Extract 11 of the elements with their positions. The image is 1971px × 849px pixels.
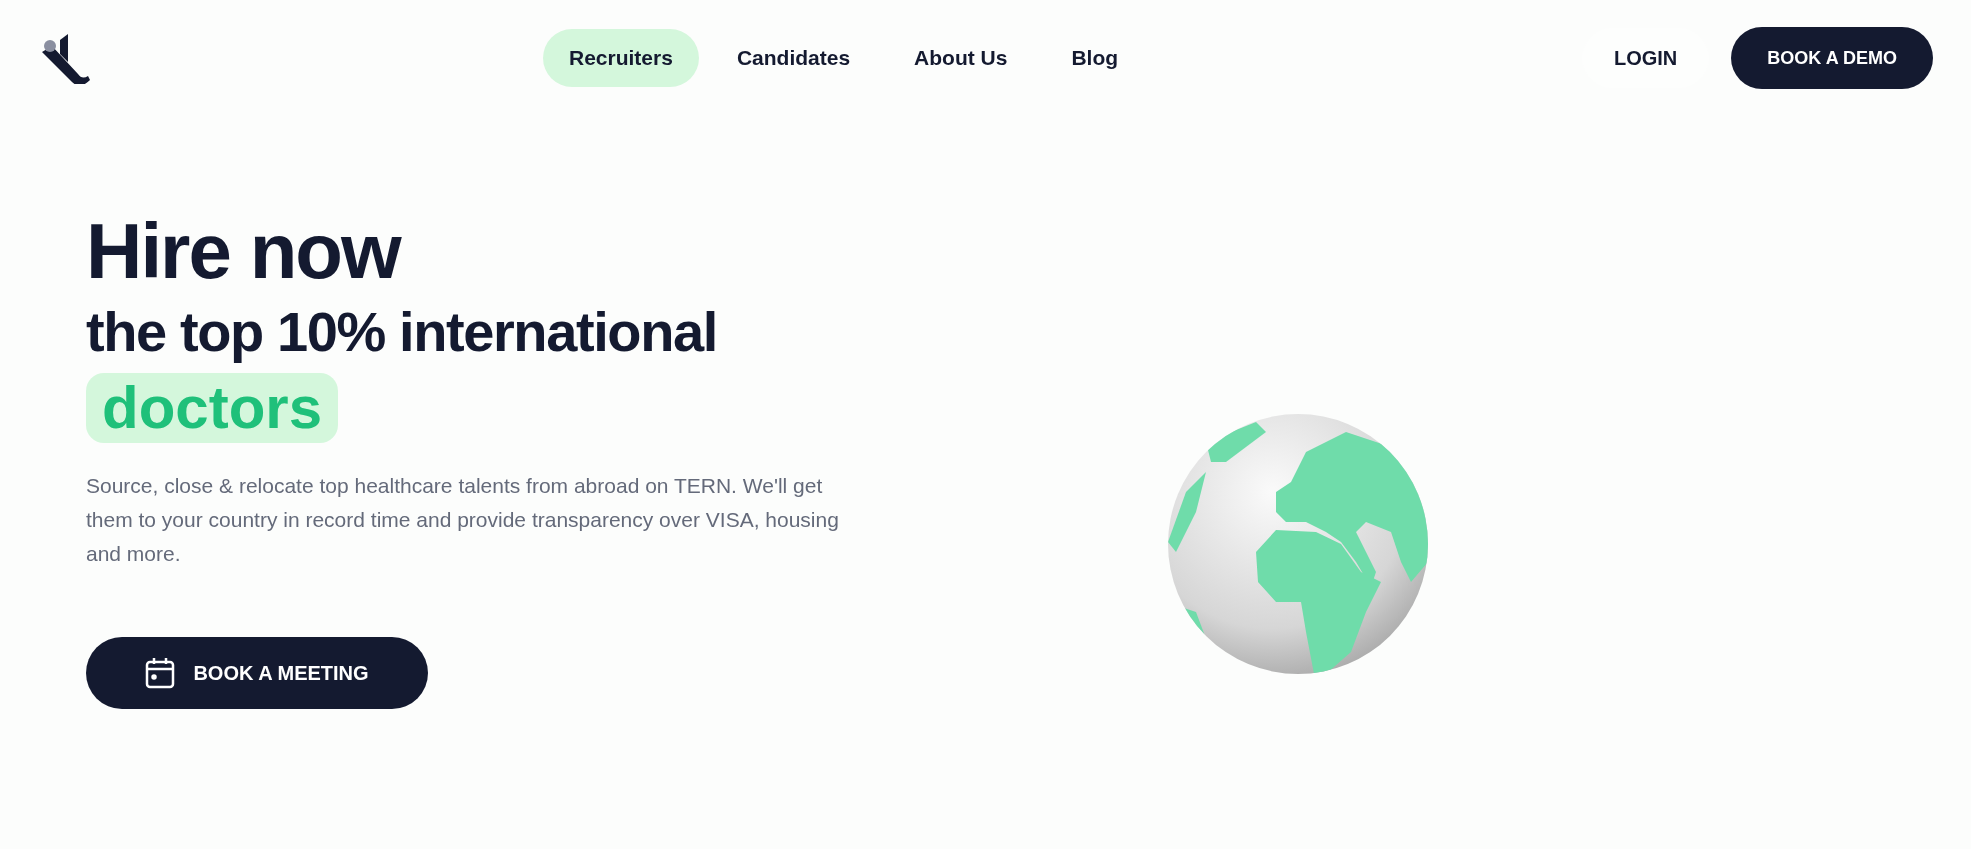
nav-link[interactable]: Candidates [710,29,877,87]
book-meeting-button[interactable]: BOOK A MEETING [86,637,428,710]
nav-link[interactable]: Recruiters [543,29,699,87]
nav-link[interactable]: Blog [1045,29,1145,87]
calendar-icon [145,657,176,690]
hero-title: Hire now [86,212,402,290]
book-demo-button[interactable]: BOOK A DEMO [1731,27,1933,89]
hero-description: Source, close & relocate top healthcare talents from abroad on TERN. We'll get them to your country in record time and provide transparency over VISA, housing and more. [86,473,840,568]
nav-link[interactable]: About Us [888,29,1034,87]
highlight-word: doctors [86,373,339,444]
hero-subtitle: the top 10% international [86,299,718,365]
